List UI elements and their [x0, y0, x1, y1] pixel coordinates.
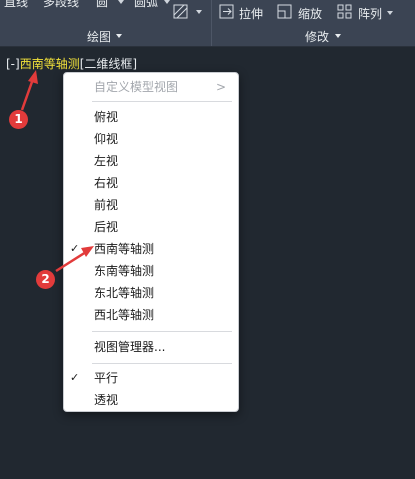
annotation-arrows: [20, 70, 94, 273]
annotation-marker-1: 1: [9, 110, 28, 129]
annotation-marker-2: 2: [36, 270, 55, 289]
annotation-arrowhead-1: [28, 70, 38, 84]
annotation-arrow-1: [20, 78, 35, 111]
annotation-arrow-2: [55, 250, 87, 273]
